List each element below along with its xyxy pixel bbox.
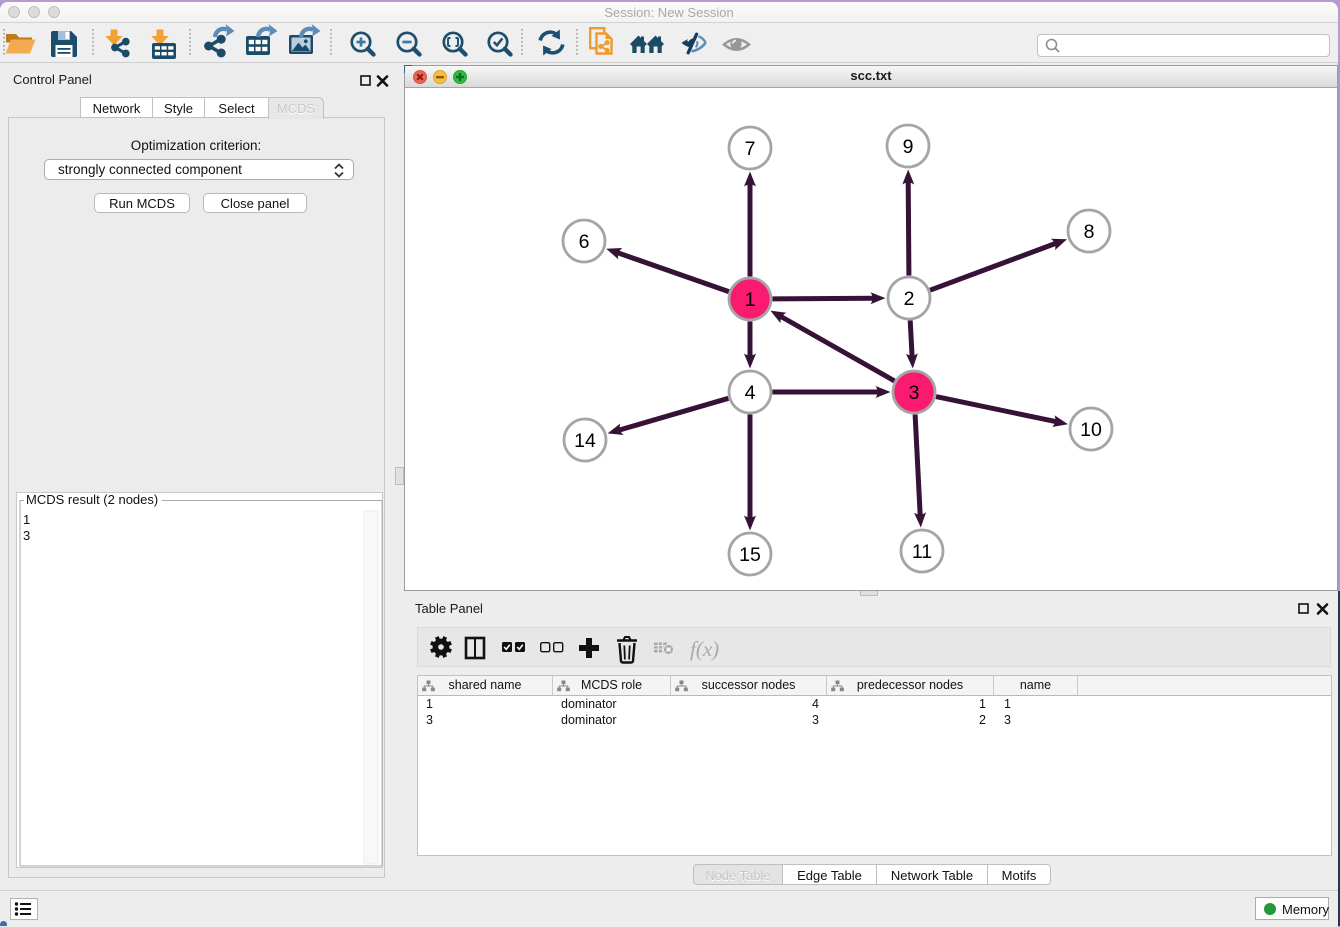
svg-text:f(x): f(x) xyxy=(690,637,719,661)
svg-text:10: 10 xyxy=(1080,419,1102,441)
svg-text:2: 2 xyxy=(904,288,915,310)
svg-text:1: 1 xyxy=(745,289,756,311)
svg-text:7: 7 xyxy=(745,138,756,160)
svg-text:14: 14 xyxy=(574,430,596,452)
svg-text:11: 11 xyxy=(912,541,932,563)
svg-text:4: 4 xyxy=(745,382,756,404)
svg-text:15: 15 xyxy=(739,544,761,566)
svg-text:9: 9 xyxy=(903,136,914,158)
svg-text:8: 8 xyxy=(1084,221,1095,243)
svg-text:6: 6 xyxy=(579,231,590,253)
svg-text:3: 3 xyxy=(909,382,920,404)
